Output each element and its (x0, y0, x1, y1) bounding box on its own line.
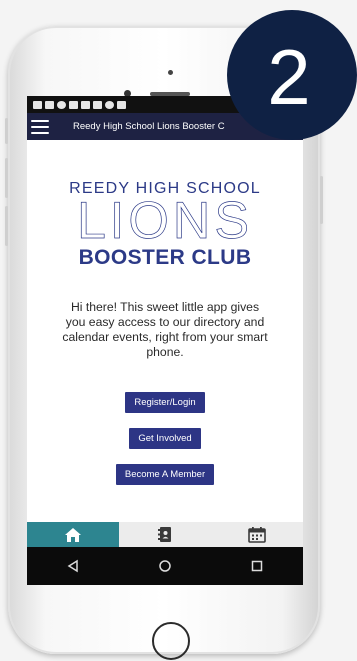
intro-text: Hi there! This sweet little app gives yo… (62, 300, 268, 359)
tab-home[interactable] (27, 522, 119, 547)
brand-lions-wordmark: LIONS (76, 192, 254, 250)
step-badge: 2 (227, 10, 357, 140)
cloud-icon (57, 100, 66, 109)
mute-switch (5, 118, 8, 144)
home-circle-icon[interactable] (158, 559, 172, 573)
tab-calendar[interactable] (211, 522, 303, 547)
recent-apps-icon[interactable] (250, 559, 264, 573)
power-button (320, 176, 323, 224)
back-icon[interactable] (66, 559, 80, 573)
calendar-icon (248, 527, 266, 543)
sensor-dot (168, 70, 173, 75)
phone-screen: Reedy High School Lions Booster C REEDY … (27, 96, 303, 585)
mail-icon (81, 100, 90, 109)
mail-icon (45, 100, 54, 109)
android-nav-bar (27, 547, 303, 585)
tab-directory[interactable] (119, 522, 211, 547)
directory-icon (158, 527, 171, 542)
home-button[interactable] (152, 622, 190, 660)
get-involved-button[interactable]: Get Involved (129, 428, 201, 449)
volume-up-button (5, 158, 8, 198)
step-number: 2 (267, 32, 311, 121)
become-member-button[interactable]: Become A Member (115, 464, 215, 485)
register-login-button[interactable]: Register/Login (125, 392, 205, 413)
bottom-tab-bar (27, 522, 303, 547)
home-icon (65, 527, 81, 542)
mail-icon (33, 100, 42, 109)
voicemail-icon (105, 100, 114, 109)
main-content: REEDY HIGH SCHOOL LIONS BOOSTER CLUB Hi … (27, 140, 303, 485)
image-icon (69, 100, 78, 109)
play-icon (117, 100, 126, 109)
menu-icon[interactable] (31, 119, 49, 134)
missed-call-icon (93, 100, 102, 109)
header-title: Reedy High School Lions Booster C (73, 121, 225, 132)
volume-down-button (5, 206, 8, 246)
brand-booster-club: BOOSTER CLUB (78, 246, 252, 269)
